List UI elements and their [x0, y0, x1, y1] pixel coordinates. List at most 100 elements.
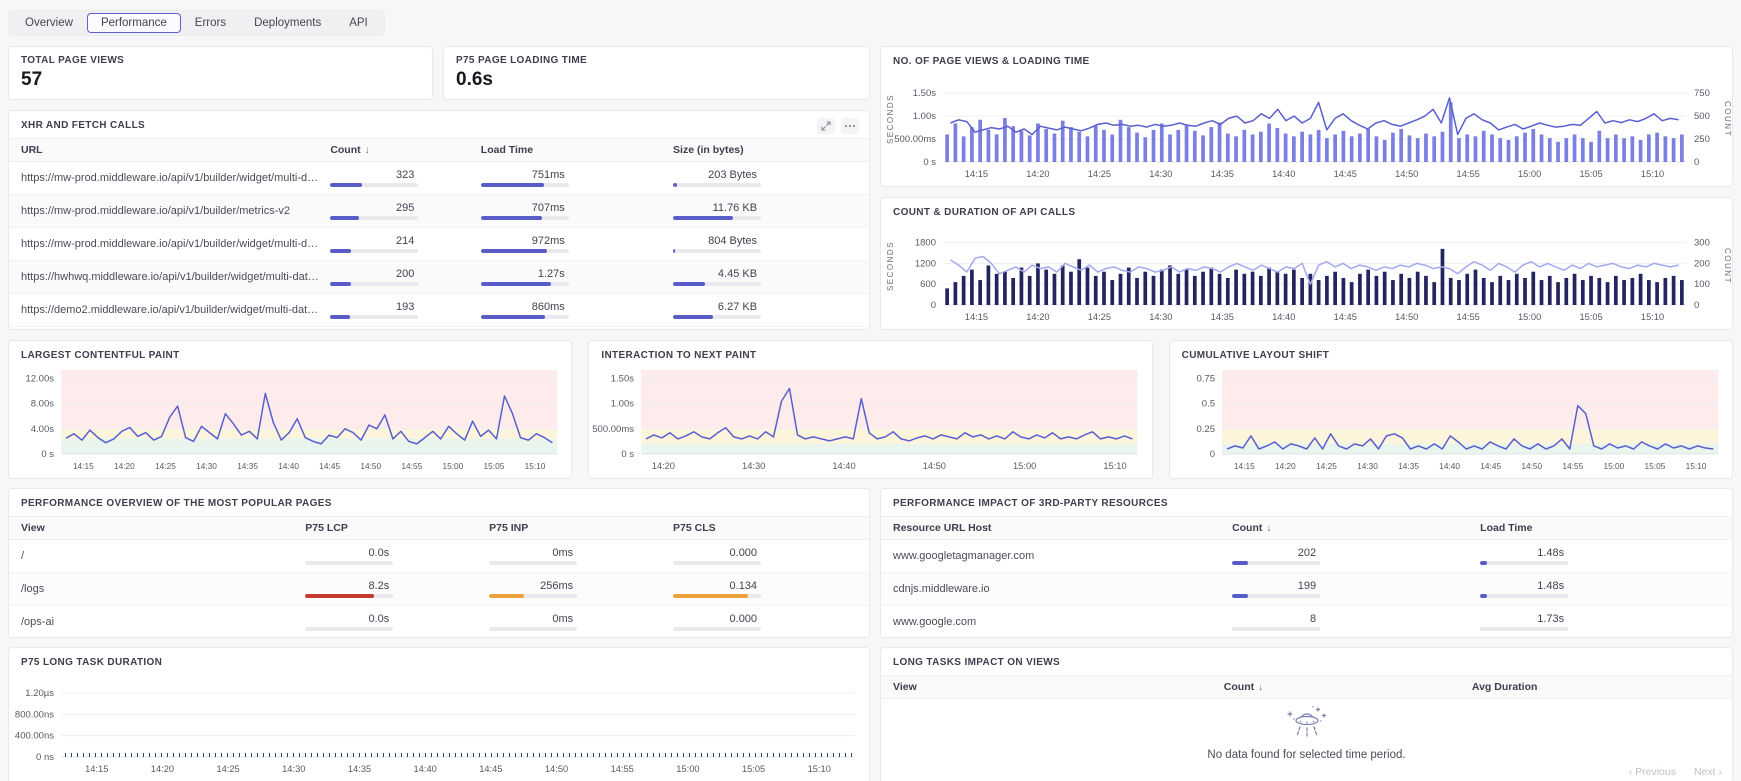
table-row[interactable]: /ops-ai 0.0s 0ms 0.000 [9, 606, 869, 637]
tab-performance[interactable]: Performance [86, 13, 181, 33]
tab-errors[interactable]: Errors [181, 13, 240, 33]
panel-title: XHR AND FETCH CALLS [21, 120, 146, 131]
previous-page-button[interactable]: ‹ Previous [1629, 766, 1676, 778]
metric-cell: 199 [1232, 580, 1480, 598]
tab-deployments[interactable]: Deployments [240, 13, 335, 33]
svg-text:14:35: 14:35 [1211, 312, 1234, 322]
expand-icon[interactable] [817, 118, 835, 134]
svg-text:0.75: 0.75 [1196, 373, 1215, 384]
tab-overview[interactable]: Overview [11, 13, 87, 33]
metric-cell: 1.48s [1480, 547, 1720, 565]
metric-bar [489, 561, 578, 565]
column-header: P75 INP [489, 522, 529, 534]
svg-text:1.50s: 1.50s [913, 88, 936, 99]
row-label: https://mw-prod.middleware.io/api/v1/bui… [21, 238, 331, 250]
svg-text:14:15: 14:15 [965, 169, 988, 179]
metric-bar [330, 183, 419, 187]
tab-api[interactable]: API [335, 13, 382, 33]
metric-cell: 751ms [480, 169, 673, 187]
svg-text:15:00: 15:00 [1518, 312, 1541, 322]
row-label: https://hwhwq.middleware.io/api/v1/build… [21, 271, 330, 283]
svg-text:14:50: 14:50 [923, 461, 946, 471]
table-row[interactable]: https://mw-prod.middleware.io/api/v1/bui… [9, 162, 869, 195]
metric-bar [673, 249, 762, 253]
svg-text:15:05: 15:05 [742, 764, 765, 774]
metric-cell: 8.2s [305, 580, 489, 598]
column-header: View [893, 681, 917, 693]
column-header[interactable]: Count ↓ [1224, 681, 1472, 693]
svg-text:14:40: 14:40 [1272, 312, 1295, 322]
svg-text:0 s: 0 s [41, 449, 54, 460]
svg-text:500.00ms: 500.00ms [894, 134, 936, 145]
table-row[interactable]: /logs 8.2s 256ms 0.134 [9, 573, 869, 606]
metric-bar [330, 315, 419, 319]
table-row[interactable]: https://hwhwq.middleware.io/api/v1/build… [9, 261, 869, 294]
metric-bar [330, 216, 419, 220]
more-options-icon[interactable] [841, 118, 859, 134]
third-party-panel: PERFORMANCE IMPACT OF 3RD-PARTY RESOURCE… [880, 488, 1733, 638]
pagination: ‹ Previous Next › [1629, 766, 1722, 778]
table-row[interactable]: / 0.0s 0ms 0.000 [9, 540, 869, 573]
svg-text:1.00s: 1.00s [611, 399, 634, 410]
long-task-duration-chart: 1.20µs 800.00ns 400.00ns 0 ns 14:15 14:20 14:2… [15, 688, 855, 774]
metric-value: 193 [395, 301, 415, 313]
svg-text:300: 300 [1694, 238, 1710, 249]
svg-text:14:25: 14:25 [1088, 312, 1111, 322]
svg-text:200: 200 [1694, 258, 1710, 269]
svg-text:12.00s: 12.00s [25, 373, 54, 384]
svg-text:15:10: 15:10 [808, 764, 831, 774]
metric-bar [480, 183, 569, 187]
svg-text:14:20: 14:20 [114, 461, 135, 471]
metric-bar [480, 315, 569, 319]
metric-value: 0.0s [368, 547, 390, 559]
table-row[interactable]: cdnjs.middleware.io 199 1.48s [881, 573, 1732, 606]
table-row[interactable]: www.google.com 8 1.73s [881, 606, 1732, 637]
svg-text:14:35: 14:35 [1398, 461, 1419, 471]
svg-text:SECONDS: SECONDS [886, 241, 895, 291]
column-header: URL [21, 144, 43, 156]
metric-cell: 256ms [489, 580, 673, 598]
metric-cell: 0.0s [305, 613, 489, 631]
metric-bar [1232, 627, 1321, 631]
xhr-table: URL Count ↓ Load Time Size (in bytes) https:/… [9, 138, 869, 327]
metric-cell: 860ms [480, 301, 673, 319]
svg-text:15:05: 15:05 [1579, 169, 1602, 179]
table-row[interactable]: https://mw-prod.middleware.io/api/v1/bui… [9, 195, 869, 228]
metric-cell: 0ms [489, 547, 673, 565]
next-page-button[interactable]: Next › [1694, 766, 1722, 778]
column-header[interactable]: Count ↓ [330, 144, 480, 156]
svg-text:COUNT: COUNT [1723, 248, 1732, 284]
panel-title: P75 LONG TASK DURATION [21, 657, 163, 668]
svg-text:15:10: 15:10 [1641, 169, 1664, 179]
svg-text:0: 0 [1694, 300, 1699, 311]
long-task-duration-panel: P75 LONG TASK DURATION 1.20µs 800.00ns 400… [8, 647, 870, 781]
svg-text:15:00: 15:00 [1013, 461, 1036, 471]
svg-text:14:45: 14:45 [1480, 461, 1501, 471]
table-row[interactable]: https://demo2.middleware.io/api/v1/build… [9, 294, 869, 327]
svg-text:14:45: 14:45 [319, 461, 340, 471]
metric-cell: 972ms [480, 235, 673, 253]
svg-text:14:40: 14:40 [833, 461, 856, 471]
svg-text:14:20: 14:20 [1026, 312, 1049, 322]
svg-text:15:00: 15:00 [442, 461, 463, 471]
metric-bar [489, 627, 578, 631]
column-header[interactable]: Count ↓ [1232, 522, 1480, 534]
row-label: https://mw-prod.middleware.io/api/v1/bui… [21, 172, 331, 184]
svg-text:400.00ns: 400.00ns [15, 731, 54, 742]
page-views-loading-time-panel: NO. OF PAGE VIEWS & LOADING TIME 1.50s 1.… [880, 46, 1733, 187]
svg-text:14:20: 14:20 [1275, 461, 1296, 471]
table-row[interactable]: https://mw-prod.middleware.io/api/v1/bui… [9, 228, 869, 261]
metric-value: 256ms [540, 580, 574, 592]
metric-bar [673, 183, 762, 187]
svg-text:14:50: 14:50 [545, 764, 568, 774]
svg-text:0 s: 0 s [622, 449, 635, 460]
metric-value: 0.134 [729, 580, 758, 592]
metric-value: 1.48s [1537, 580, 1565, 592]
popular-pages-table: View P75 LCP P75 INP P75 CLS / 0.0s 0ms 0.000/l… [9, 516, 869, 637]
svg-text:8.00s: 8.00s [31, 399, 54, 410]
table-row[interactable]: www.googletagmanager.com 202 1.48s [881, 540, 1732, 573]
row-label: / [21, 550, 25, 562]
kpi-title: TOTAL PAGE VIEWS [21, 55, 125, 66]
svg-text:15:00: 15:00 [1603, 461, 1624, 471]
svg-text:750: 750 [1694, 88, 1710, 99]
